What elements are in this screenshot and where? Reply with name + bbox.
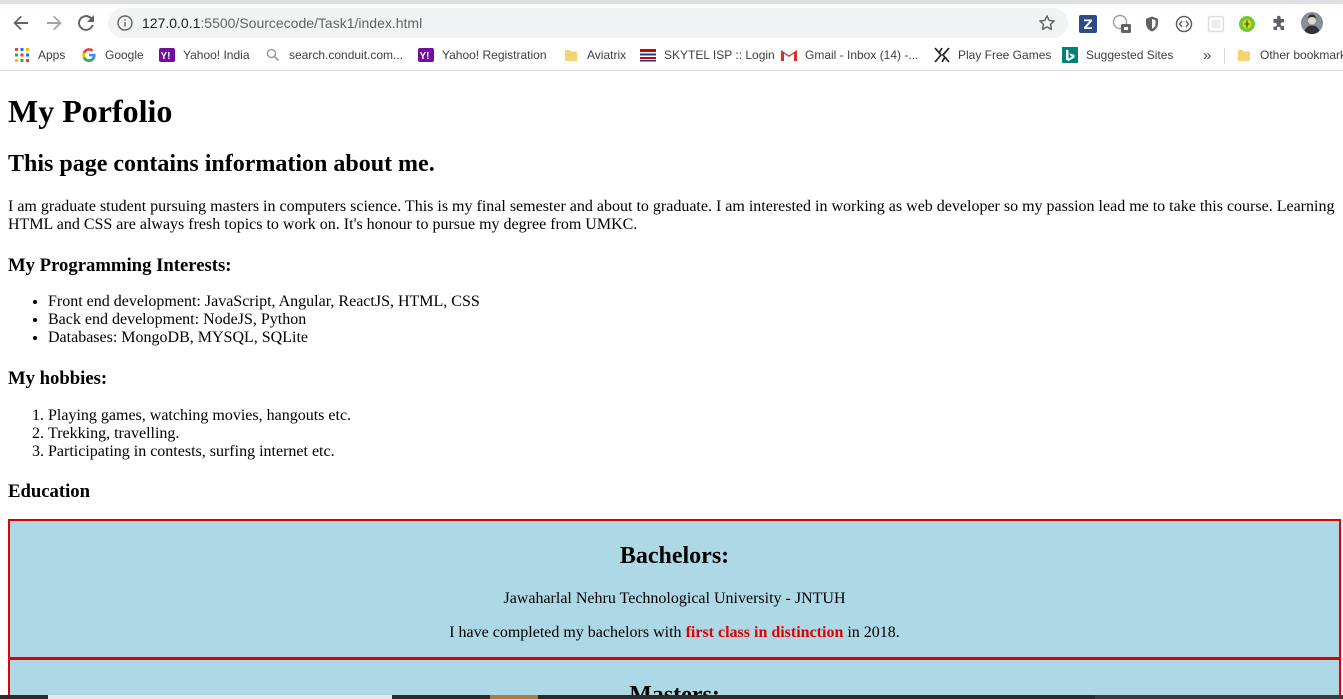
- list-item: Participating in contests, surfing inter…: [48, 443, 351, 461]
- bachelors-description: I have completed my bachelors with first…: [10, 624, 1339, 642]
- bookmark-aviatrix[interactable]: Aviatrix: [563, 46, 626, 64]
- page-subtitle: This page contains information about me.: [8, 151, 435, 177]
- bookmark-label: »: [1203, 46, 1212, 64]
- interests-list: Front end development: JavaScript, Angul…: [8, 293, 480, 347]
- bookmarks-bar: Apps Google Y! Yahoo! India search.condu…: [0, 40, 1343, 71]
- bachelors-title: Bachelors:: [619, 543, 730, 569]
- apps-grid-icon: [14, 47, 30, 63]
- url-text[interactable]: 127.0.0.1:5500/Sourcecode/Task1/index.ht…: [142, 15, 422, 31]
- interests-heading: My Programming Interests:: [8, 255, 232, 276]
- bookmark-apps[interactable]: Apps: [14, 46, 65, 64]
- intro-paragraph: I am graduate student pursuing masters i…: [8, 198, 1335, 233]
- bachelors-text-before: I have completed my bachelors with: [449, 624, 686, 641]
- reload-icon: [78, 15, 94, 31]
- bookmark-google[interactable]: Google: [81, 46, 144, 64]
- bookmark-yahoo-registration[interactable]: Y! Yahoo! Registration: [418, 46, 547, 64]
- bookmark-label: Suggested Sites: [1086, 48, 1174, 62]
- bachelors-box: Bachelors: Jawaharlal Nehru Technologica…: [8, 519, 1341, 659]
- skytel-icon: [640, 47, 656, 63]
- bookmark-other-bookmarks[interactable]: Other bookmarks: [1236, 46, 1343, 64]
- bachelors-university: Jawaharlal Nehru Technological Universit…: [503, 590, 846, 607]
- bachelors-highlight: first class in distinction: [685, 624, 844, 641]
- browser-toolbar: 127.0.0.1:5500/Sourcecode/Task1/index.ht…: [0, 0, 1343, 40]
- bookmark-play-free-games[interactable]: Play Free Games: [934, 46, 1051, 64]
- taskbar-segment: [48, 695, 392, 699]
- back-button[interactable]: [8, 10, 34, 36]
- svg-text:Y!: Y!: [161, 51, 171, 62]
- page-content: My Porfolio This page contains informati…: [0, 71, 1343, 699]
- bookmark-label: Yahoo! India: [183, 48, 250, 62]
- bookmark-label: search.conduit.com...: [289, 48, 404, 62]
- bookmark-label: SKYTEL ISP :: Login: [664, 48, 775, 62]
- back-arrow-icon: [13, 15, 28, 31]
- translate-extension-icon[interactable]: [1112, 14, 1132, 34]
- bookmark-suggested-sites[interactable]: Suggested Sites: [1062, 46, 1173, 64]
- shield-extension-icon[interactable]: [1142, 14, 1162, 34]
- list-item: Front end development: JavaScript, Angul…: [48, 293, 480, 311]
- bookmarks-overflow-button[interactable]: »: [1203, 46, 1211, 64]
- page-title: My Porfolio: [8, 93, 173, 129]
- taskbar-segment: [1095, 695, 1343, 699]
- forward-arrow-icon: [47, 15, 62, 31]
- code-extension-icon[interactable]: [1174, 14, 1194, 34]
- bookmark-yahoo-india[interactable]: Y! Yahoo! India: [159, 46, 250, 64]
- svg-text:Y!: Y!: [420, 51, 430, 62]
- gmail-icon: [781, 47, 797, 63]
- grid-extension-icon[interactable]: [1206, 14, 1226, 34]
- bookmark-label: Google: [105, 48, 144, 62]
- reload-button[interactable]: [73, 10, 99, 36]
- yahoo-icon: Y!: [418, 47, 434, 63]
- bookmark-gmail[interactable]: Gmail - Inbox (14) -...: [781, 46, 918, 64]
- url-path: :5500/Sourcecode/Task1/index.html: [200, 15, 423, 31]
- list-item: Trekking, travelling.: [48, 425, 351, 443]
- bookmark-label: Yahoo! Registration: [442, 48, 547, 62]
- bookmark-skytel[interactable]: SKYTEL ISP :: Login: [640, 46, 775, 64]
- url-host: 127.0.0.1: [142, 15, 201, 31]
- bookmark-label: Apps: [38, 48, 66, 62]
- zotero-extension-icon[interactable]: [1078, 14, 1098, 34]
- address-bar[interactable]: 127.0.0.1:5500/Sourcecode/Task1/index.ht…: [108, 8, 1068, 38]
- bookmark-star-icon[interactable]: [1038, 14, 1056, 32]
- forward-button[interactable]: [41, 10, 67, 36]
- bing-icon: [1062, 47, 1078, 63]
- list-item: Back end development: NodeJS, Python: [48, 311, 480, 329]
- bookmark-search-conduit[interactable]: search.conduit.com...: [265, 46, 403, 64]
- hobbies-list: Playing games, watching movies, hangouts…: [8, 407, 351, 461]
- bookmarks-divider: [1224, 48, 1225, 64]
- profile-avatar-icon[interactable]: [1301, 12, 1323, 34]
- yahoo-icon: Y!: [159, 47, 175, 63]
- hobbies-heading: My hobbies:: [8, 368, 108, 389]
- info-icon[interactable]: [117, 15, 133, 31]
- list-item: Playing games, watching movies, hangouts…: [48, 407, 351, 425]
- search-icon: [265, 47, 281, 63]
- puzzle-extensions-icon[interactable]: [1269, 14, 1289, 34]
- bookmark-label: Other bookmarks: [1260, 48, 1343, 62]
- green-extension-icon[interactable]: [1237, 14, 1257, 34]
- taskbar: [0, 695, 1343, 699]
- masters-box: Masters:: [8, 658, 1341, 699]
- bookmark-label: Play Free Games: [958, 48, 1052, 62]
- google-icon: [81, 47, 97, 63]
- bookmark-label: Gmail - Inbox (14) -...: [805, 48, 919, 62]
- education-heading: Education: [8, 481, 91, 502]
- taskbar-segment: [490, 695, 538, 699]
- bachelors-text-after: in 2018.: [843, 624, 900, 641]
- list-item: Databases: MongoDB, MYSQL, SQLite: [48, 329, 480, 347]
- folder-icon: [1236, 47, 1252, 63]
- games-icon: [934, 47, 950, 63]
- bookmark-label: Aviatrix: [587, 48, 627, 62]
- folder-icon: [563, 47, 579, 63]
